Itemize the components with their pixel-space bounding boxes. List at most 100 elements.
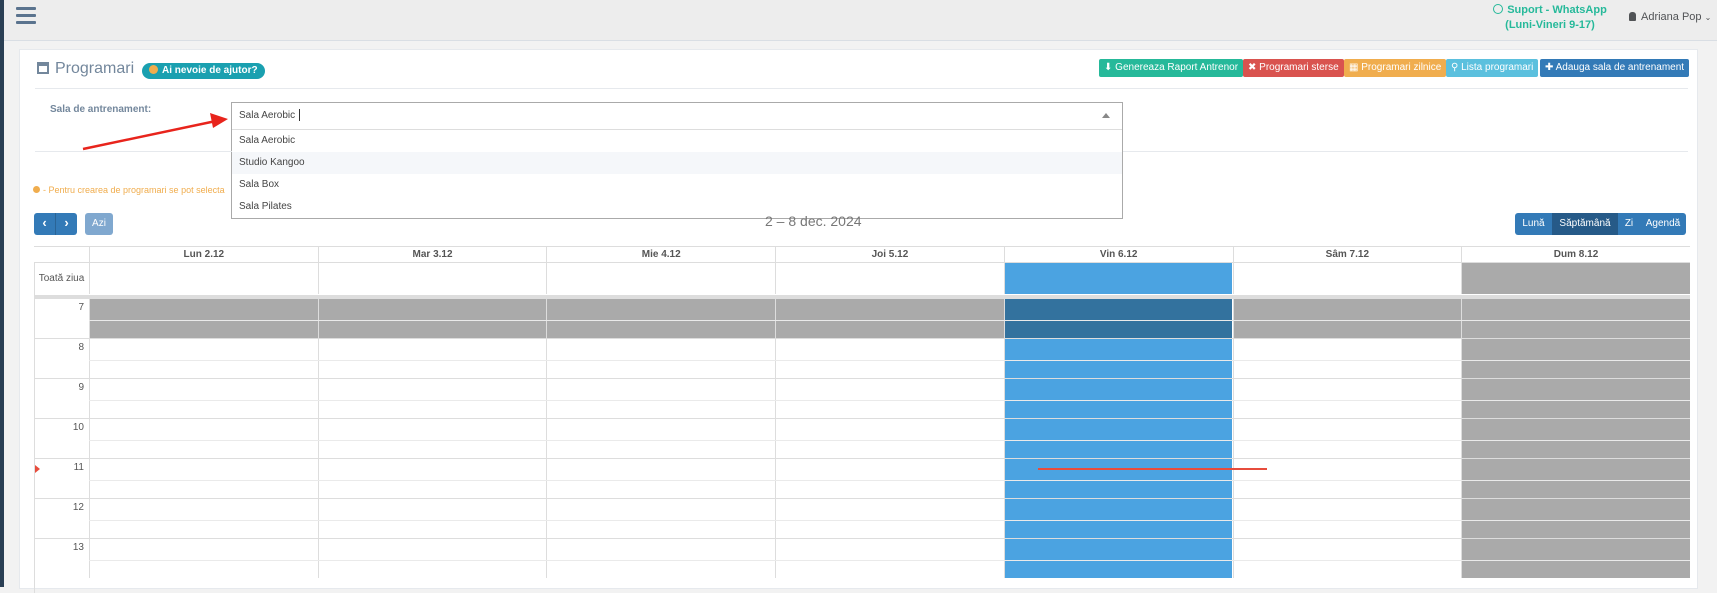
time-slot[interactable] — [1232, 498, 1462, 538]
all-day-cell[interactable] — [546, 263, 775, 294]
time-slot[interactable] — [775, 338, 1004, 378]
hour-label: 11 — [73, 462, 84, 473]
time-slot[interactable] — [1461, 298, 1690, 338]
time-slot[interactable] — [317, 538, 547, 578]
time-slot[interactable] — [89, 458, 318, 498]
time-slot[interactable] — [775, 538, 1004, 578]
time-slot[interactable] — [546, 378, 775, 418]
all-day-cell[interactable] — [775, 263, 1004, 294]
time-slot[interactable] — [775, 418, 1004, 458]
calendar-nav-group: ‹ › — [34, 213, 77, 235]
sala-select-value[interactable]: Sala Aerobic — [239, 110, 295, 121]
hour-label: 10 — [72, 422, 84, 433]
all-day-cell[interactable] — [1232, 263, 1462, 294]
all-day-cell[interactable] — [1461, 263, 1690, 294]
view-month-button[interactable]: Lună — [1515, 213, 1552, 235]
prev-week-button[interactable]: ‹ — [34, 213, 55, 235]
time-slot[interactable] — [1461, 338, 1690, 378]
user-icon — [1629, 12, 1636, 21]
time-slot[interactable] — [1461, 538, 1690, 578]
support-title: Suport - WhatsApp — [1507, 4, 1607, 16]
axis-border — [34, 263, 35, 593]
time-slot[interactable] — [89, 538, 318, 578]
time-slot[interactable] — [89, 378, 318, 418]
hour-label: 9 — [78, 382, 84, 393]
day-header[interactable]: Joi 5.12 — [775, 247, 1004, 263]
sala-option[interactable]: Sala Box — [232, 174, 1122, 196]
day-header[interactable]: Sâm 7.12 — [1232, 247, 1462, 263]
time-slot[interactable] — [89, 338, 318, 378]
time-slot[interactable] — [775, 458, 1004, 498]
generate-trainer-report-button[interactable]: ⬇ Genereaza Raport Antrenor — [1099, 59, 1244, 77]
time-slot[interactable] — [775, 498, 1004, 538]
time-slot[interactable] — [317, 378, 547, 418]
day-header[interactable]: Mar 3.12 — [317, 247, 547, 263]
button-label: Lista programari — [1461, 62, 1534, 73]
view-agenda-button[interactable]: Agendă — [1640, 213, 1686, 235]
sala-option[interactable]: Sala Aerobic — [232, 130, 1122, 152]
sala-option[interactable]: Sala Pilates — [232, 196, 1122, 218]
user-menu[interactable]: Adriana Pop ⌄ — [1629, 11, 1711, 23]
all-day-row: Toată ziua — [34, 263, 1690, 294]
time-slot[interactable] — [546, 538, 775, 578]
sala-select[interactable]: Sala Aerobic Sala Aerobic Studio Kangoo … — [231, 102, 1123, 219]
top-navbar — [4, 0, 1717, 41]
time-slot[interactable] — [1003, 458, 1233, 498]
time-slot[interactable] — [317, 298, 547, 338]
appointments-list-button[interactable]: ⚲ Lista programari — [1446, 59, 1539, 77]
daily-appointments-button[interactable]: ▦ Programari zilnice — [1344, 59, 1447, 77]
deleted-appointments-button[interactable]: ✖ Programari sterse — [1243, 59, 1344, 77]
chevron-left-icon: ‹ — [42, 215, 47, 230]
day-header[interactable]: Mie 4.12 — [546, 247, 775, 263]
time-slot[interactable] — [1232, 298, 1462, 338]
add-training-room-button[interactable]: ✚ Adauga sala de antrenament — [1540, 59, 1690, 77]
half-hour-line — [89, 360, 1690, 361]
time-slot[interactable] — [317, 498, 547, 538]
time-slot[interactable] — [1003, 418, 1233, 458]
text-cursor — [299, 109, 300, 121]
time-slot[interactable] — [1232, 338, 1462, 378]
today-button[interactable]: Azi — [85, 213, 113, 235]
view-day-button[interactable]: Zi — [1618, 213, 1640, 235]
all-day-cell[interactable] — [89, 263, 318, 294]
time-slot[interactable] — [317, 418, 547, 458]
support-hours: (Luni-Vineri 9-17) — [1505, 19, 1595, 31]
time-slot[interactable] — [1232, 458, 1462, 498]
time-slot[interactable] — [89, 418, 318, 458]
time-slot[interactable] — [1461, 378, 1690, 418]
time-slot[interactable] — [775, 378, 1004, 418]
time-slot[interactable] — [1003, 378, 1233, 418]
hour-line — [34, 338, 1690, 339]
time-slot[interactable] — [1232, 418, 1462, 458]
time-slot[interactable] — [1461, 498, 1690, 538]
day-header[interactable]: Dum 8.12 — [1461, 247, 1690, 263]
day-header[interactable]: Lun 2.12 — [89, 247, 318, 263]
time-slot[interactable] — [1232, 378, 1462, 418]
time-slot[interactable] — [317, 338, 547, 378]
time-slot[interactable] — [546, 458, 775, 498]
all-day-cell[interactable] — [317, 263, 547, 294]
time-slot[interactable] — [1003, 338, 1233, 378]
time-slot[interactable] — [317, 458, 547, 498]
time-slot[interactable] — [546, 498, 775, 538]
time-slot[interactable] — [1003, 298, 1233, 338]
time-slot[interactable] — [1461, 458, 1690, 498]
time-slot[interactable] — [1461, 418, 1690, 458]
day-header[interactable]: Vin 6.12 — [1003, 247, 1233, 263]
all-day-cell[interactable] — [1003, 263, 1233, 294]
hour-line — [34, 298, 1690, 299]
sala-option-highlighted[interactable]: Studio Kangoo — [232, 152, 1122, 174]
next-week-button[interactable]: › — [56, 213, 77, 235]
time-slot[interactable] — [1003, 538, 1233, 578]
time-slot[interactable] — [546, 418, 775, 458]
caret-up-icon[interactable] — [1102, 113, 1110, 118]
time-slot[interactable] — [89, 298, 318, 338]
time-slot[interactable] — [1003, 498, 1233, 538]
time-slot[interactable] — [546, 338, 775, 378]
time-slot[interactable] — [775, 298, 1004, 338]
time-slot[interactable] — [546, 298, 776, 338]
time-slot[interactable] — [89, 498, 318, 538]
view-week-button[interactable]: Săptămână — [1552, 213, 1618, 235]
time-slot[interactable] — [1232, 538, 1462, 578]
support-whatsapp-link[interactable]: Suport - WhatsApp (Luni-Vineri 9-17) — [1490, 3, 1610, 33]
